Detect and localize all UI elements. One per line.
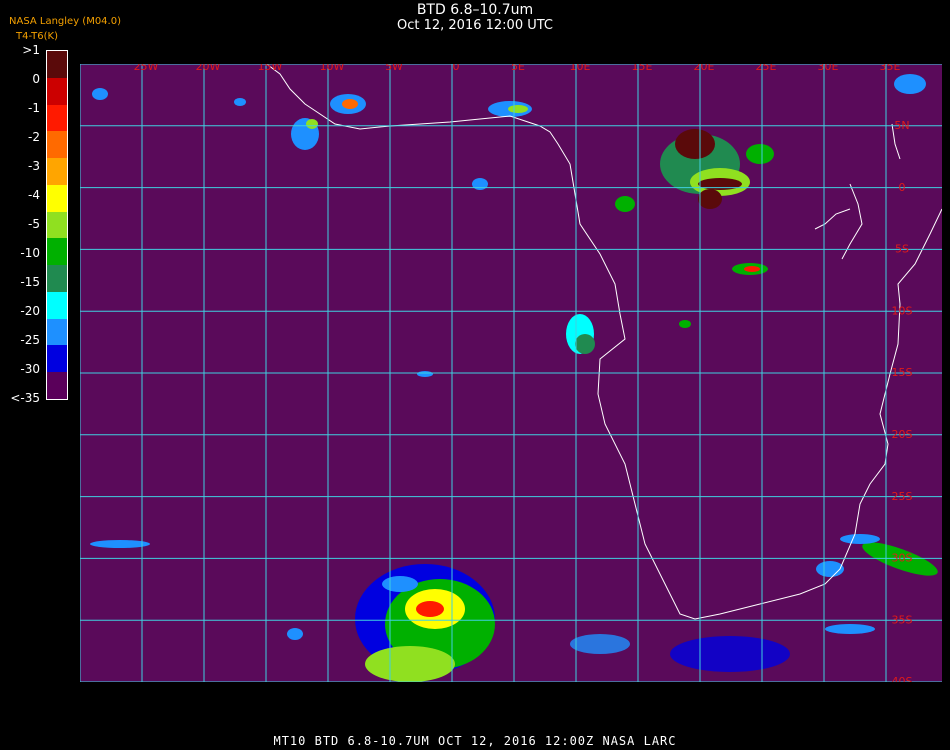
longitude-label: 25W xyxy=(134,64,159,73)
longitude-label: 15E xyxy=(632,64,653,73)
units-label: T4-T6(K) xyxy=(16,31,58,42)
legend-swatch xyxy=(47,345,67,373)
longitude-label: 5W xyxy=(385,64,403,73)
satellite-map: 25W 20W 15W 10W 5W 0 5E 10E 15E 20E 25E 30E 35E 5N 0 5… xyxy=(80,64,942,682)
legend-swatch xyxy=(47,318,67,346)
legend-label: -25 xyxy=(20,333,40,347)
longitude-label: 15W xyxy=(258,64,283,73)
latitude-label: 5S xyxy=(895,243,909,256)
latitude-label: 15S xyxy=(892,366,913,379)
longitude-label: 25E xyxy=(756,64,777,73)
legend-swatch xyxy=(47,211,67,239)
legend-label: 0 xyxy=(32,72,40,86)
latitude-label: 0 xyxy=(899,181,906,194)
latitude-label: 30S xyxy=(892,552,913,565)
legend-swatch xyxy=(47,265,67,292)
legend-label: >1 xyxy=(22,43,40,57)
latitude-label: 10S xyxy=(892,304,913,317)
legend-label: -10 xyxy=(20,246,40,260)
legend-label: -20 xyxy=(20,304,40,318)
legend-label: -4 xyxy=(28,188,40,202)
longitude-label: 5E xyxy=(511,64,525,73)
map-subtitle: Oct 12, 2016 12:00 UTC xyxy=(397,18,553,33)
legend-swatch xyxy=(47,131,67,159)
longitude-label: 10W xyxy=(320,64,345,73)
longitude-label: 20E xyxy=(694,64,715,73)
latitude-label: 5N xyxy=(894,119,909,132)
legend-swatch xyxy=(47,291,67,319)
latitude-label: 40S xyxy=(892,675,913,682)
latitude-label: 20S xyxy=(892,428,913,441)
longitude-label: 10E xyxy=(570,64,591,73)
legend-swatch xyxy=(47,77,67,105)
legend-label: -3 xyxy=(28,159,40,173)
map-title: BTD 6.8–10.7um xyxy=(416,2,534,18)
legend-swatch xyxy=(47,238,67,266)
legend-label: -1 xyxy=(28,101,40,115)
legend-label: <-35 xyxy=(10,391,40,405)
longitude-label: 20W xyxy=(196,64,221,73)
legend-swatch xyxy=(47,184,67,212)
legend-label: -5 xyxy=(28,217,40,231)
latitude-label: 35S xyxy=(892,613,913,626)
legend-swatch xyxy=(47,158,67,185)
latitude-label: 25S xyxy=(892,490,913,503)
color-legend xyxy=(46,50,68,400)
org-label: NASA Langley (M04.0) xyxy=(9,16,121,27)
longitude-label: 30E xyxy=(818,64,839,73)
legend-label: -30 xyxy=(20,362,40,376)
legend-swatch xyxy=(47,104,67,132)
footer-caption: MT10 BTD 6.8-10.7UM OCT 12, 2016 12:00Z … xyxy=(273,734,677,748)
longitude-label: 0 xyxy=(453,64,460,73)
legend-label: -15 xyxy=(20,275,40,289)
longitude-label: 35E xyxy=(880,64,901,73)
legend-swatch xyxy=(47,372,67,399)
legend-label: -2 xyxy=(28,130,40,144)
legend-swatch xyxy=(47,51,67,78)
